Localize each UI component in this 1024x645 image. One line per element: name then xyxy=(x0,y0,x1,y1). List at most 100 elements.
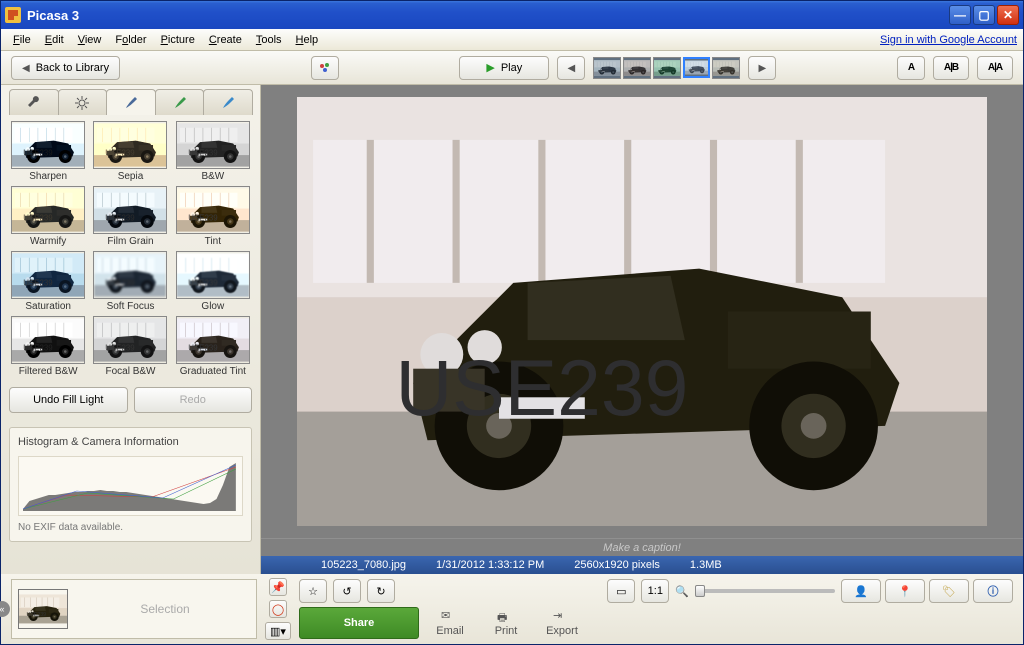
brush-blue-icon xyxy=(221,96,235,110)
tab-basic-fixes[interactable] xyxy=(9,89,59,115)
print-button[interactable]: 🖶Print xyxy=(481,609,531,637)
tab-effects-1[interactable] xyxy=(106,89,156,115)
zoom-out-icon: 🔍 xyxy=(675,585,689,598)
hold-button[interactable]: 📌 xyxy=(269,578,287,596)
effect-sharpen[interactable]: Sharpen xyxy=(9,121,87,182)
export-icon: ⇥ xyxy=(553,609,571,623)
zoom-slider-knob[interactable] xyxy=(695,585,705,597)
share-button[interactable]: Share xyxy=(299,607,419,639)
minimize-button[interactable]: — xyxy=(949,5,971,25)
color-adjust-button[interactable] xyxy=(311,56,339,80)
effect-label: Saturation xyxy=(25,301,71,312)
menu-view[interactable]: View xyxy=(72,32,108,48)
effect-label: Film Grain xyxy=(107,236,153,247)
clear-button[interactable]: ◯ xyxy=(269,600,287,618)
menu-edit[interactable]: Edit xyxy=(39,32,70,48)
zoom-slider[interactable] xyxy=(695,589,835,593)
thumb-2[interactable] xyxy=(653,57,681,79)
histogram-panel: Histogram & Camera Information No EXIF d… xyxy=(9,427,252,542)
selection-tray[interactable]: « Selection xyxy=(11,579,257,639)
thumb-3[interactable] xyxy=(683,57,710,78)
photo-canvas[interactable] xyxy=(261,85,1023,538)
one-to-one-icon: 1:1 xyxy=(648,585,663,597)
signin-link[interactable]: Sign in with Google Account xyxy=(880,34,1017,46)
effect-label: Focal B&W xyxy=(105,366,155,377)
statusbar: 105223_7080.jpg 1/31/2012 1:33:12 PM 256… xyxy=(261,556,1023,574)
play-button[interactable]: ▶ Play xyxy=(459,56,549,80)
rotate-cw-button[interactable]: ↻ xyxy=(367,579,395,603)
effect-label: Warmify xyxy=(30,236,66,247)
brush-icon xyxy=(124,96,138,110)
tab-tuning[interactable] xyxy=(58,89,108,115)
effect-graduated-tint[interactable]: Graduated Tint xyxy=(174,316,252,377)
menu-help[interactable]: Help xyxy=(290,32,325,48)
menu-create[interactable]: Create xyxy=(203,32,248,48)
rotate-cw-icon: ↻ xyxy=(376,585,385,598)
menu-file[interactable]: File xyxy=(7,32,37,48)
effect-label: Soft Focus xyxy=(107,301,155,312)
menu-folder[interactable]: Folder xyxy=(109,32,152,48)
undo-button[interactable]: Undo Fill Light xyxy=(9,387,128,413)
view-single-button[interactable]: A xyxy=(897,56,925,80)
tag-button[interactable]: 🏷 xyxy=(929,579,969,603)
collapse-tray-icon[interactable]: « xyxy=(0,601,10,617)
next-photo-button[interactable] xyxy=(748,56,776,80)
export-button[interactable]: ⇥Export xyxy=(537,609,587,637)
effect-film-grain[interactable]: Film Grain xyxy=(91,186,169,247)
effect-soft-focus[interactable]: Soft Focus xyxy=(91,251,169,312)
main-photo xyxy=(297,97,987,526)
histogram-chart xyxy=(18,456,243,516)
redo-button[interactable]: Redo xyxy=(134,387,253,413)
titlebar[interactable]: Picasa 3 — ▢ ✕ xyxy=(1,1,1023,29)
tab-effects-3[interactable] xyxy=(203,89,253,115)
effect-tint[interactable]: Tint xyxy=(174,186,252,247)
selection-label: Selection xyxy=(74,602,256,616)
fit-icon: ▭ xyxy=(616,585,626,598)
info-button[interactable]: ⓘ xyxy=(973,579,1013,603)
effect-filtered-b-w[interactable]: Filtered B&W xyxy=(9,316,87,377)
sidebar: SharpenSepiaB&W Warmify Film Grain Tint Satu… xyxy=(1,85,261,574)
effect-thumb xyxy=(176,186,250,234)
thumb-0[interactable] xyxy=(593,57,621,79)
tab-effects-2[interactable] xyxy=(155,89,205,115)
thumb-4[interactable] xyxy=(712,57,740,79)
thumb-1[interactable] xyxy=(623,57,651,79)
prev-photo-button[interactable] xyxy=(557,56,585,80)
caption-input[interactable]: Make a caption! xyxy=(261,538,1023,556)
app-icon xyxy=(5,7,21,23)
effect-thumb xyxy=(93,251,167,299)
rotate-ccw-icon: ↺ xyxy=(342,585,351,598)
menubar: File Edit View Folder Picture Create Too… xyxy=(1,29,1023,51)
email-button[interactable]: ✉Email xyxy=(425,609,475,637)
actual-size-button[interactable]: 1:1 xyxy=(641,579,669,603)
star-icon: ☆ xyxy=(308,585,318,598)
circle-icon: ◯ xyxy=(272,603,284,616)
menu-tools[interactable]: Tools xyxy=(250,32,288,48)
fit-button[interactable]: ▭ xyxy=(607,579,635,603)
effect-thumb xyxy=(11,186,85,234)
effect-saturation[interactable]: Saturation xyxy=(9,251,87,312)
brush-green-icon xyxy=(173,96,187,110)
maximize-button[interactable]: ▢ xyxy=(973,5,995,25)
back-to-library-button[interactable]: Back to Library xyxy=(11,56,120,80)
close-button[interactable]: ✕ xyxy=(997,5,1019,25)
effect-b-w[interactable]: B&W xyxy=(174,121,252,182)
people-tag-button[interactable]: 👤 xyxy=(841,579,881,603)
geo-tag-button[interactable]: 📍 xyxy=(885,579,925,603)
add-to-button[interactable]: ▥▾ xyxy=(265,622,291,640)
effect-focal-b-w[interactable]: Focal B&W xyxy=(91,316,169,377)
effect-sepia[interactable]: Sepia xyxy=(91,121,169,182)
effect-warmify[interactable]: Warmify xyxy=(9,186,87,247)
star-button[interactable]: ☆ xyxy=(299,579,327,603)
rotate-ccw-button[interactable]: ↺ xyxy=(333,579,361,603)
thumbnail-strip xyxy=(593,57,740,79)
effect-label: Filtered B&W xyxy=(19,366,78,377)
selection-thumb[interactable] xyxy=(18,589,68,629)
menu-picture[interactable]: Picture xyxy=(155,32,201,48)
view-ab-button[interactable]: A|B xyxy=(933,56,969,80)
histogram-title: Histogram & Camera Information xyxy=(18,436,243,448)
view-aa-button[interactable]: A|A xyxy=(977,56,1013,80)
effect-thumb xyxy=(93,186,167,234)
effect-glow[interactable]: Glow xyxy=(174,251,252,312)
play-label: Play xyxy=(501,62,522,74)
